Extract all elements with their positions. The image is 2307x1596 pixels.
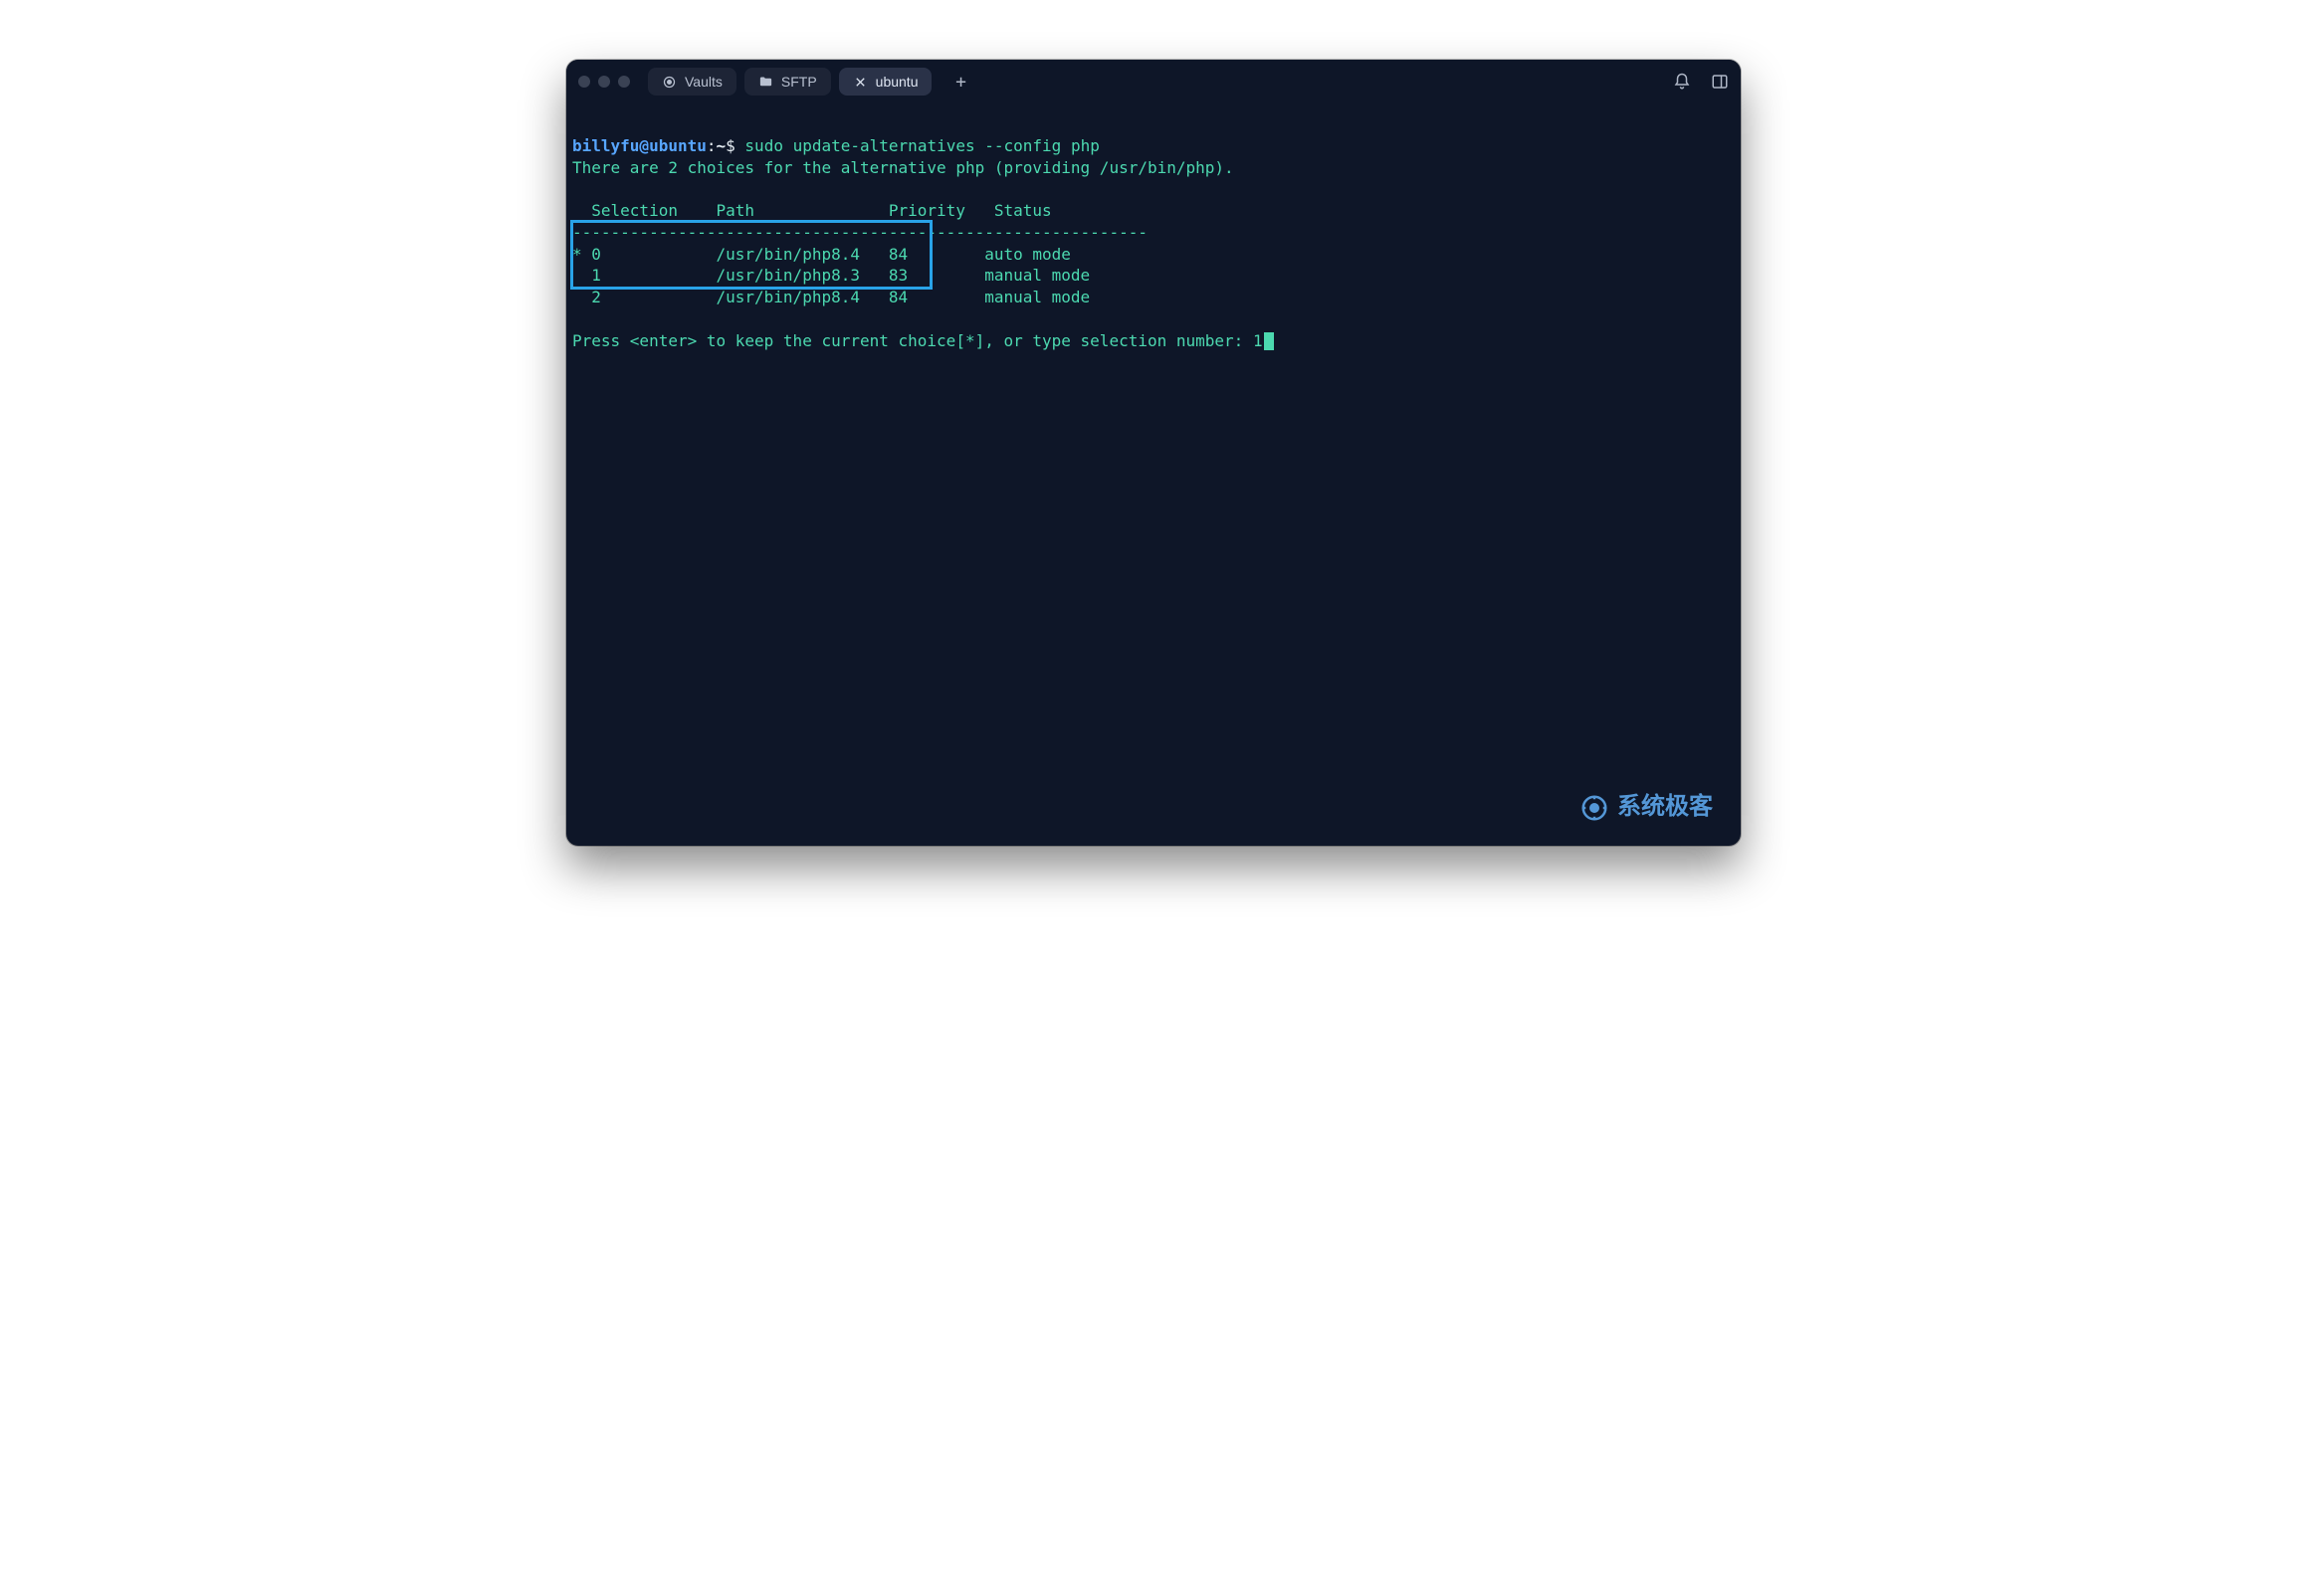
table-row: * 0 /usr/bin/php8.4 84 auto mode: [572, 245, 1071, 264]
prompt-line: billyfu@ubuntu:~$ sudo update-alternativ…: [572, 136, 1100, 155]
table-header: Selection Path Priority Status: [572, 201, 1052, 220]
watermark: 系统极客: [1579, 791, 1713, 824]
table-row: 1 /usr/bin/php8.3 83 manual mode: [572, 266, 1090, 285]
sidebar-toggle-icon[interactable]: [1711, 73, 1729, 91]
prompt-path: ~: [717, 136, 727, 155]
titlebar: Vaults SFTP ubuntu +: [566, 60, 1741, 103]
cursor: [1264, 332, 1274, 350]
zoom-dot[interactable]: [618, 76, 630, 88]
table-divider: ----------------------------------------…: [572, 223, 1148, 242]
prompt-symbol: $: [726, 136, 735, 155]
plus-icon: +: [955, 72, 966, 93]
watermark-text: 系统极客: [1617, 791, 1713, 824]
tab-sftp[interactable]: SFTP: [744, 68, 831, 96]
typed-input: 1: [1253, 331, 1263, 350]
vaults-icon: [662, 75, 677, 90]
output-intro: There are 2 choices for the alternative …: [572, 158, 1234, 177]
table-row: 2 /usr/bin/php8.4 84 manual mode: [572, 288, 1090, 306]
prompt-colon: :: [707, 136, 717, 155]
tab-label: ubuntu: [876, 74, 919, 90]
watermark-icon: [1579, 793, 1609, 823]
prompt-userhost: billyfu@ubuntu: [572, 136, 707, 155]
new-tab-button[interactable]: +: [945, 67, 975, 97]
terminal-viewport[interactable]: billyfu@ubuntu:~$ sudo update-alternativ…: [566, 103, 1741, 846]
minimize-dot[interactable]: [598, 76, 610, 88]
selection-prompt: Press <enter> to keep the current choice…: [572, 331, 1253, 350]
titlebar-right: [1673, 73, 1729, 91]
tab-label: SFTP: [781, 74, 817, 90]
command-text: sudo update-alternatives --config php: [744, 136, 1099, 155]
bell-icon[interactable]: [1673, 73, 1691, 91]
tab-ubuntu[interactable]: ubuntu: [839, 68, 933, 96]
tab-label: Vaults: [685, 74, 723, 90]
window-controls: [578, 76, 630, 88]
terminal-window: Vaults SFTP ubuntu + billyfu@ubunt: [566, 60, 1741, 846]
close-dot[interactable]: [578, 76, 590, 88]
folder-icon: [758, 75, 773, 90]
close-icon[interactable]: [853, 75, 868, 90]
tab-vaults[interactable]: Vaults: [648, 68, 736, 96]
